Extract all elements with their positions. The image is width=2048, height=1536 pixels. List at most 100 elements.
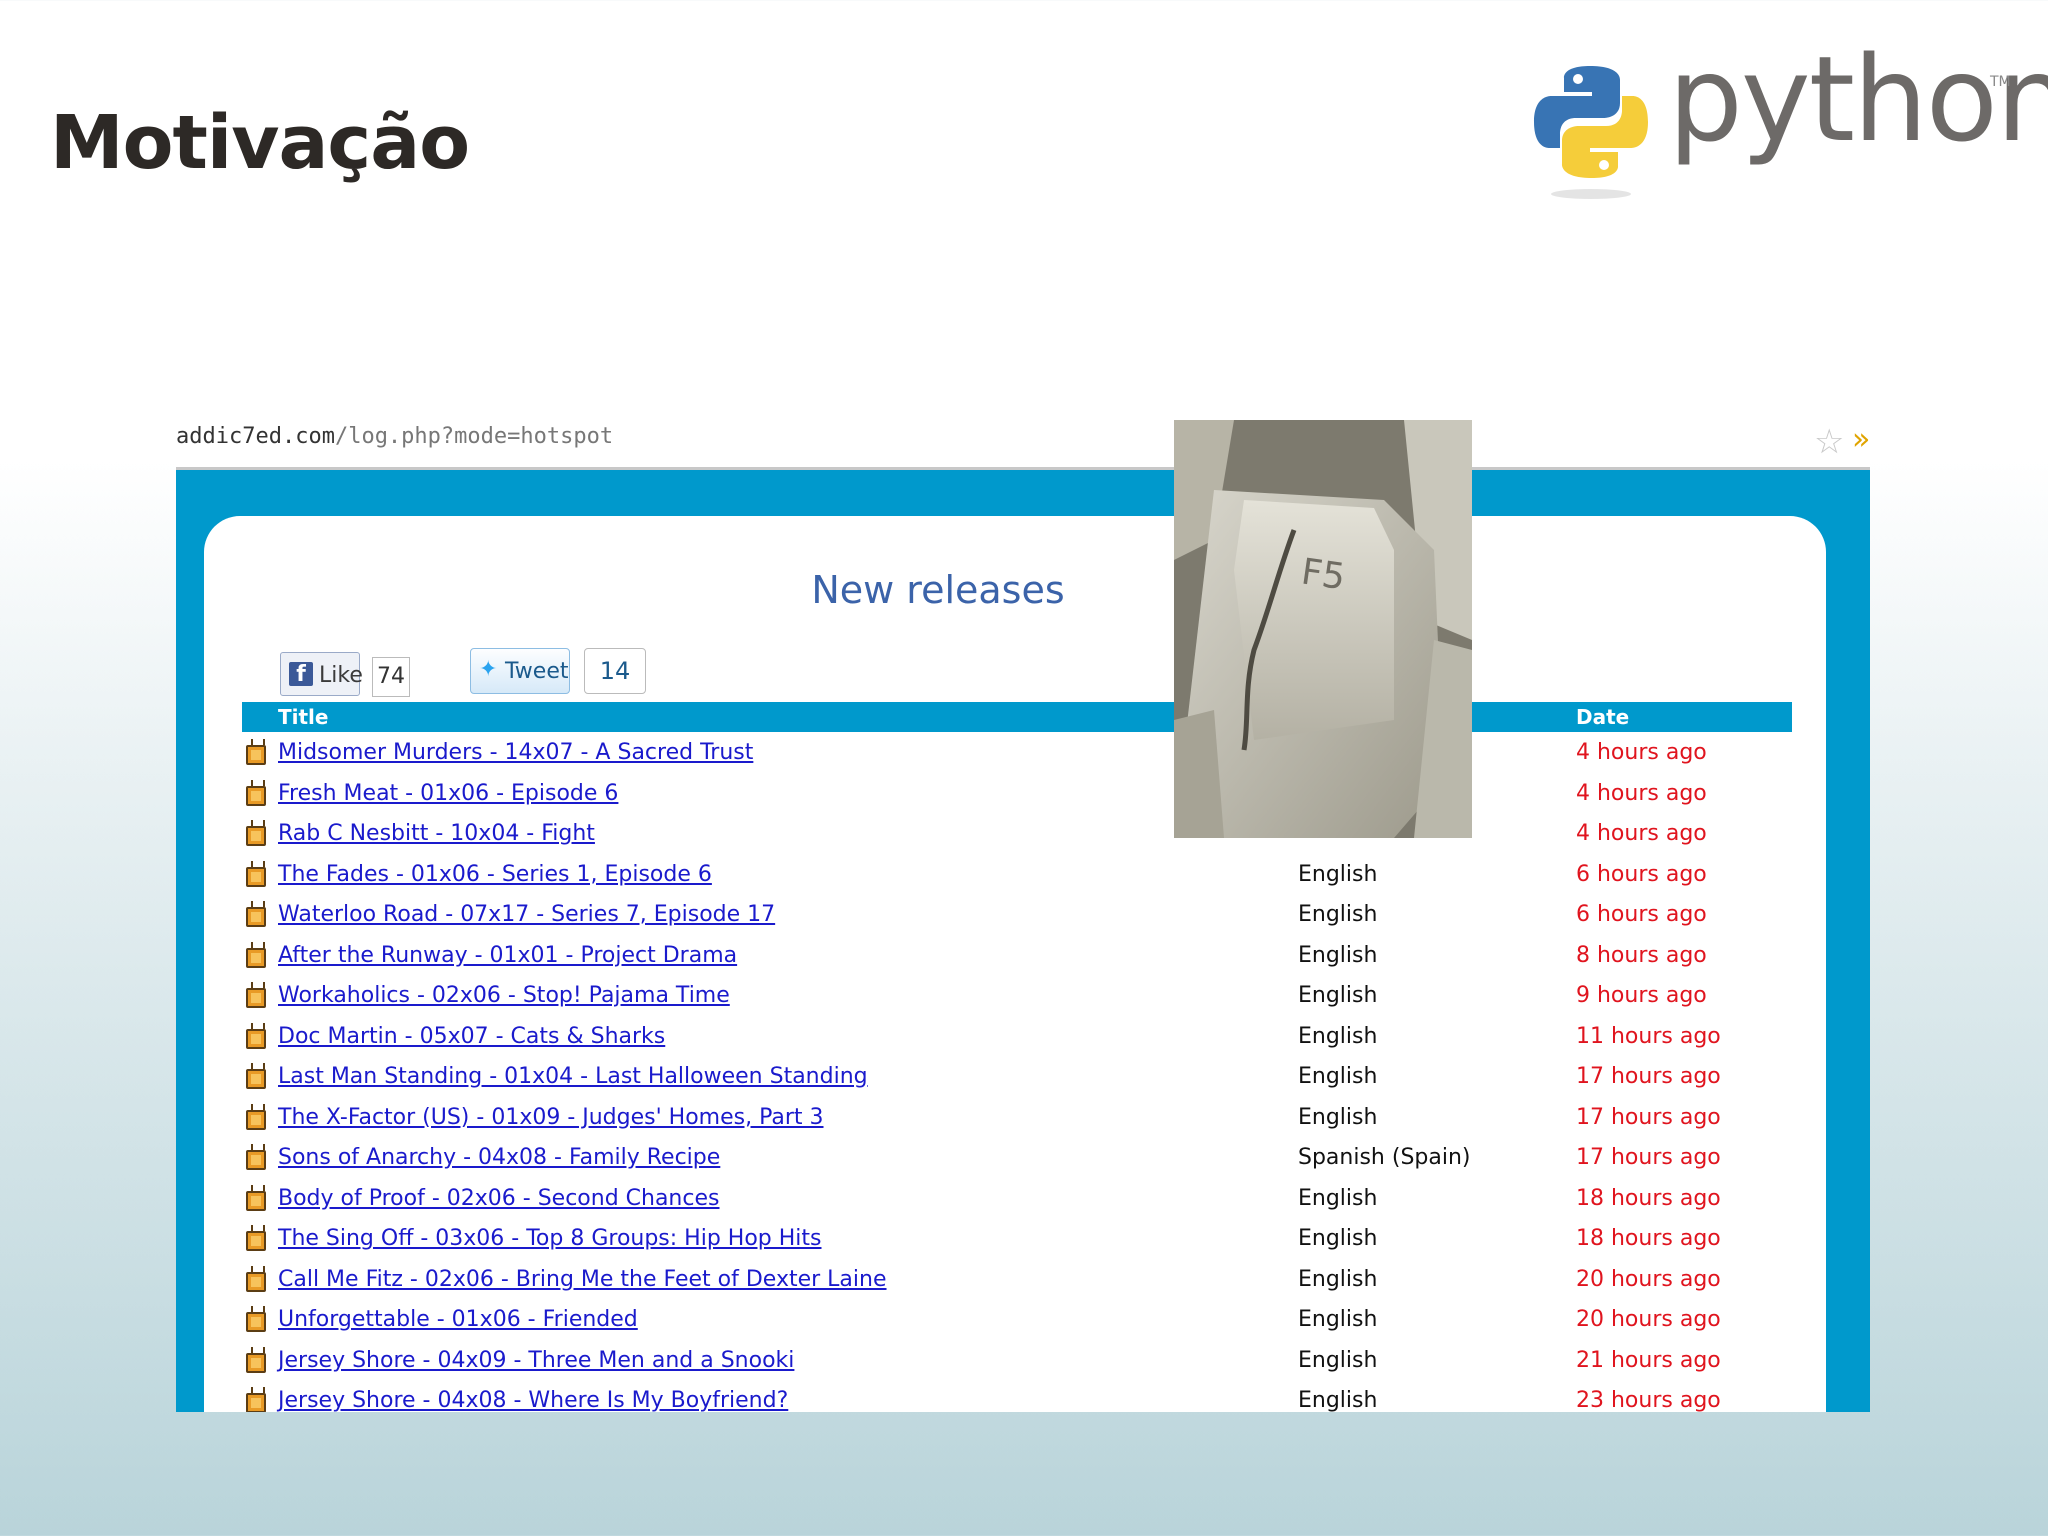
episode-title-link[interactable]: Waterloo Road - 07x17 - Series 7, Episod…: [278, 902, 775, 927]
tv-icon: [246, 1150, 266, 1170]
episode-title-link[interactable]: Last Man Standing - 01x04 - Last Hallowe…: [278, 1064, 868, 1089]
language-cell: Spanish (Spain): [1298, 1145, 1471, 1170]
table-row: Workaholics - 02x06 - Stop! Pajama Time E…: [242, 979, 1792, 1020]
table-row: The X-Factor (US) - 01x09 - Judges' Home…: [242, 1101, 1792, 1142]
date-cell: 21 hours ago: [1576, 1347, 1721, 1373]
tv-icon: [246, 947, 266, 968]
episode-title-link[interactable]: Jersey Shore - 04x09 - Three Men and a S…: [278, 1348, 794, 1373]
tv-icon: [246, 1231, 266, 1251]
language-cell: English: [1298, 1185, 1378, 1211]
table-row: Jersey Shore - 04x08 - Where Is My Boyfr…: [242, 1384, 1792, 1412]
language-cell: English: [1298, 1347, 1378, 1373]
tv-icon: [246, 745, 266, 765]
episode-title-link[interactable]: Call Me Fitz - 02x06 - Bring Me the Feet…: [278, 1267, 887, 1292]
table-row: Unforgettable - 01x06 - Friended English 2…: [242, 1303, 1792, 1344]
tv-icon: [246, 988, 266, 1008]
tv-icon: [246, 1352, 266, 1373]
language-cell: English: [1298, 1388, 1378, 1412]
language-cell: English: [1298, 1307, 1378, 1332]
episode-title-link[interactable]: Body of Proof - 02x06 - Second Chances: [278, 1186, 719, 1211]
date-cell: 17 hours ago: [1576, 1145, 1721, 1170]
url-text[interactable]: addic7ed.com/log.php?mode=hotspot: [176, 424, 613, 449]
episode-title-link[interactable]: Rab C Nesbitt - 10x04 - Fight: [278, 821, 595, 846]
episode-title-link[interactable]: Sons of Anarchy - 04x08 - Family Recipe: [278, 1145, 720, 1170]
tv-icon: [246, 1312, 266, 1332]
language-cell: English: [1298, 861, 1378, 887]
episode-title-link[interactable]: Jersey Shore - 04x08 - Where Is My Boyfr…: [278, 1388, 788, 1412]
tv-icon: [246, 1393, 266, 1412]
episode-title-link[interactable]: Fresh Meat - 01x06 - Episode 6: [278, 781, 618, 806]
date-cell: 18 hours ago: [1576, 1185, 1721, 1211]
date-cell: 8 hours ago: [1576, 942, 1707, 968]
python-wordmark: python: [1668, 30, 2048, 168]
tv-icon: [246, 1271, 266, 1292]
date-cell: 20 hours ago: [1576, 1307, 1721, 1332]
chevron-right-icon[interactable]: »: [1852, 422, 1870, 457]
column-header-date: Date: [1576, 705, 1630, 729]
episode-title-link[interactable]: After the Runway - 01x01 - Project Drama: [278, 943, 737, 968]
tweet-button[interactable]: ✦ Tweet: [470, 648, 570, 694]
tv-icon: [246, 866, 266, 887]
table-row: Call Me Fitz - 02x06 - Bring Me the Feet…: [242, 1263, 1792, 1304]
twitter-bird-icon: ✦: [479, 657, 498, 682]
language-cell: English: [1298, 1266, 1378, 1292]
episode-title-link[interactable]: Workaholics - 02x06 - Stop! Pajama Time: [278, 983, 730, 1008]
facebook-like-button[interactable]: f Like: [280, 652, 363, 696]
table-row: Doc Martin - 05x07 - Cats & Sharks Englis…: [242, 1020, 1792, 1061]
facebook-like-count: 74: [372, 657, 410, 697]
episode-title-link[interactable]: Unforgettable - 01x06 - Friended: [278, 1307, 638, 1332]
date-cell: 11 hours ago: [1576, 1023, 1721, 1049]
date-cell: 9 hours ago: [1576, 983, 1707, 1008]
episode-title-link[interactable]: The Fades - 01x06 - Series 1, Episode 6: [278, 862, 712, 887]
language-cell: English: [1298, 902, 1378, 927]
tv-icon: [246, 1190, 266, 1211]
trademark-mark: TM: [1990, 74, 2011, 90]
column-header-title: Title: [278, 705, 329, 729]
tv-icon: [246, 785, 266, 806]
episode-title-link[interactable]: Doc Martin - 05x07 - Cats & Sharks: [278, 1024, 665, 1049]
address-bar[interactable]: addic7ed.com/log.php?mode=hotspot ☆ »: [176, 412, 1870, 470]
language-cell: English: [1298, 1226, 1378, 1251]
table-row: Jersey Shore - 04x09 - Three Men and a S…: [242, 1344, 1792, 1385]
table-row: Rab C Nesbitt - 10x04 - Fight 4 hours ago: [242, 817, 1792, 858]
date-cell: 4 hours ago: [1576, 821, 1707, 846]
tweet-label: Tweet: [505, 659, 569, 684]
table-row: Fresh Meat - 01x06 - Episode 6 4 hours ag…: [242, 777, 1792, 818]
date-cell: 23 hours ago: [1576, 1388, 1721, 1412]
slide-title: Motivação: [50, 100, 470, 186]
tv-icon: [246, 826, 266, 846]
date-cell: 17 hours ago: [1576, 1104, 1721, 1130]
table-row: After the Runway - 01x01 - Project Drama…: [242, 939, 1792, 980]
episode-title-link[interactable]: The X-Factor (US) - 01x09 - Judges' Home…: [278, 1105, 824, 1130]
language-cell: English: [1298, 983, 1378, 1008]
date-cell: 17 hours ago: [1576, 1064, 1721, 1089]
releases-table: Midsomer Murders - 14x07 - A Sacred Trus…: [242, 736, 1792, 1412]
episode-title-link[interactable]: The Sing Off - 03x06 - Top 8 Groups: Hip…: [278, 1226, 822, 1251]
tv-icon: [246, 1109, 266, 1130]
f5-key-label: F5: [1299, 551, 1348, 598]
language-cell: English: [1298, 1104, 1378, 1130]
date-cell: 6 hours ago: [1576, 861, 1707, 887]
bookmark-star-icon[interactable]: ☆: [1814, 422, 1844, 462]
url-path: /log.php?mode=hotspot: [334, 424, 614, 449]
tv-icon: [246, 907, 266, 927]
language-cell: English: [1298, 1023, 1378, 1049]
table-row: Sons of Anarchy - 04x08 - Family Recipe S…: [242, 1141, 1792, 1182]
date-cell: 6 hours ago: [1576, 902, 1707, 927]
facebook-like-label: Like: [319, 663, 363, 688]
date-cell: 4 hours ago: [1576, 780, 1707, 806]
table-row: The Sing Off - 03x06 - Top 8 Groups: Hip…: [242, 1222, 1792, 1263]
url-host: addic7ed.com: [176, 424, 335, 449]
page-heading: New releases: [811, 568, 1065, 612]
date-cell: 4 hours ago: [1576, 740, 1707, 765]
language-cell: English: [1298, 1064, 1378, 1089]
table-row: Midsomer Murders - 14x07 - A Sacred Trus…: [242, 736, 1792, 777]
releases-table-header: Title Date: [242, 702, 1792, 732]
website-screenshot: addic7ed.com/log.php?mode=hotspot ☆ » Ne…: [176, 412, 1870, 1412]
language-cell: English: [1298, 942, 1378, 968]
f5-key-photo: F5: [1174, 420, 1472, 838]
episode-title-link[interactable]: Midsomer Murders - 14x07 - A Sacred Trus…: [278, 740, 753, 765]
table-row: Waterloo Road - 07x17 - Series 7, Episod…: [242, 898, 1792, 939]
facebook-icon: f: [289, 662, 313, 687]
table-row: Last Man Standing - 01x04 - Last Hallowe…: [242, 1060, 1792, 1101]
